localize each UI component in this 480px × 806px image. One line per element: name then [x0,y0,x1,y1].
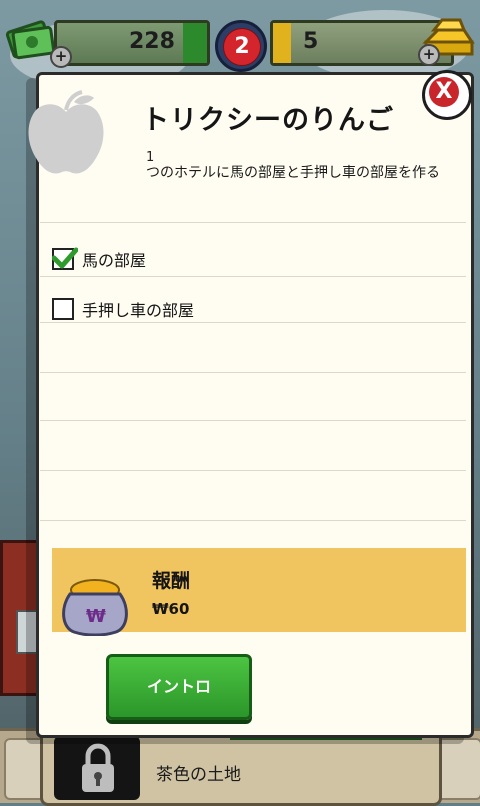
task-item: 手押し車の部屋 [52,294,194,324]
gold-value: 5 [303,29,319,54]
row-divider [40,470,466,471]
cash-bar-fill [183,23,207,63]
add-gold-button[interactable]: + [418,44,440,66]
gold-bar-fill [273,23,291,63]
apple-icon [28,90,104,174]
level-badge: 2 [215,20,267,72]
cash-icon[interactable] [6,16,54,64]
task-checkbox [52,247,78,270]
level-value: 2 [223,28,261,66]
quest-title: トリクシーのりんご [142,105,394,136]
row-divider [40,222,466,223]
row-divider [40,520,466,521]
row-divider [40,420,466,421]
row-divider [40,372,466,373]
close-icon: X [429,77,459,107]
cash-value: 228 [129,29,175,54]
intro-button[interactable]: イントロ [106,654,252,720]
cash-bar: 228 [54,20,210,66]
lock-icon [82,743,114,792]
task-checkbox [52,298,74,320]
task-label: 手押し車の部屋 [82,301,195,320]
reward-amount: ₩60 [152,600,190,618]
reward-title: 報酬 [152,570,191,592]
close-button[interactable]: X [422,70,472,120]
land-card-label: 茶色の土地 [156,765,241,785]
check-icon [52,247,78,269]
task-item: 馬の部屋 [52,244,146,274]
task-description: つのホテルに馬の部屋と手押し車の部屋を作る [146,165,440,181]
row-divider [40,276,466,277]
task-label: 馬の部屋 [82,251,147,270]
add-cash-button[interactable]: + [50,46,72,68]
money-bag-icon: ₩ [62,579,128,636]
svg-text:₩: ₩ [86,606,106,627]
